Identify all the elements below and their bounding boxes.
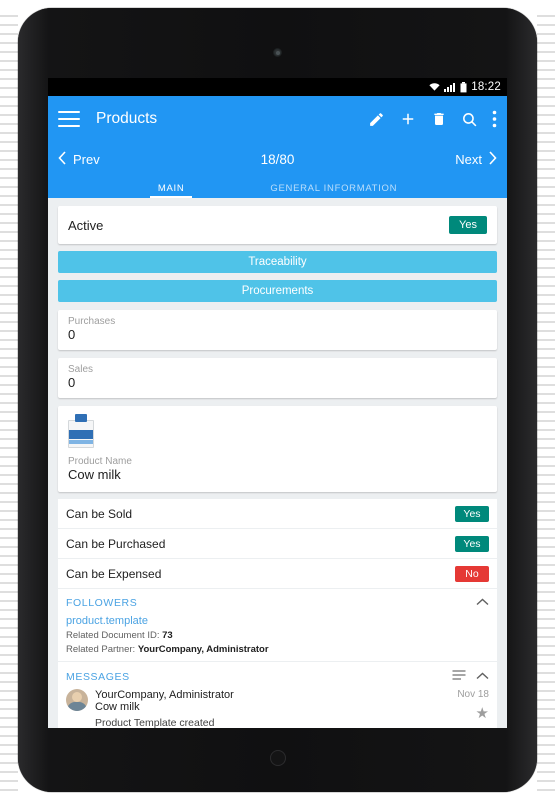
message-author: YourCompany, Administrator: [95, 689, 234, 701]
related-partner-value: YourCompany, Administrator: [137, 644, 269, 655]
tab-general-information[interactable]: GENERAL INFORMATION: [270, 183, 397, 198]
app-bar: Products: [48, 96, 507, 142]
status-bar: 18:22: [48, 78, 507, 96]
edit-icon[interactable]: [368, 111, 385, 128]
field-active-label: Active: [68, 217, 104, 233]
related-document-label: Related Document ID:: [66, 630, 160, 641]
field-sales[interactable]: Sales 0: [58, 358, 497, 398]
field-sales-label: Sales: [68, 364, 94, 375]
field-purchases-label: Purchases: [68, 316, 116, 327]
message-item[interactable]: YourCompany, Administrator Cow milk Prod…: [66, 689, 489, 728]
followers-header[interactable]: FOLLOWERS: [66, 597, 489, 609]
background-top: [0, 0, 555, 8]
messages-title: MESSAGES: [66, 670, 130, 683]
chevron-left-icon: [58, 150, 67, 168]
home-button[interactable]: [269, 750, 286, 766]
toggle-can-be-sold-label: Can be Sold: [66, 506, 133, 521]
background-pattern-right: [537, 0, 555, 800]
delete-icon[interactable]: [431, 111, 447, 127]
field-active[interactable]: Active Yes: [58, 206, 497, 244]
record-counter: 18/80: [260, 151, 295, 167]
traceability-button[interactable]: Traceability: [58, 251, 497, 273]
hamburger-menu-icon[interactable]: [58, 111, 80, 127]
toggle-can-be-expensed-label: Can be Expensed: [66, 566, 162, 581]
toggle-can-be-expensed-value[interactable]: No: [455, 565, 489, 582]
chevron-right-icon: [488, 150, 497, 168]
device-screen: 18:22 Products Prev 18/80 Next MAIN GENE…: [48, 78, 507, 728]
tablet-device-frame: 18:22 Products Prev 18/80 Next MAIN GENE…: [18, 8, 537, 792]
background-pattern-left: [0, 0, 18, 800]
message-note: Product Template created: [95, 717, 215, 728]
screenshot-root: 18:22 Products Prev 18/80 Next MAIN GENE…: [0, 0, 555, 800]
user-avatar: [66, 689, 88, 711]
chevron-up-icon[interactable]: [476, 671, 489, 683]
field-sales-value: 0: [68, 375, 76, 390]
battery-icon: [460, 81, 467, 93]
cellular-signal-icon: [444, 82, 456, 92]
wifi-icon: [429, 82, 440, 92]
front-camera: [273, 48, 282, 57]
related-document-row: Related Document ID: 73: [66, 630, 489, 641]
page-title: Products: [96, 110, 158, 127]
related-document-value: 73: [162, 630, 173, 641]
record-navigation: Prev 18/80 Next: [48, 142, 507, 176]
procurements-button[interactable]: Procurements: [58, 280, 497, 302]
field-product-name-label: Product Name: [68, 456, 132, 467]
followers-section: FOLLOWERS product.template Related Docum…: [58, 588, 497, 661]
star-icon[interactable]: ★: [457, 706, 489, 721]
milk-carton-icon[interactable]: [68, 414, 94, 448]
field-purchases-value: 0: [68, 327, 76, 342]
field-active-value[interactable]: Yes: [449, 216, 487, 234]
related-partner-label: Related Partner:: [66, 644, 136, 655]
messages-header[interactable]: MESSAGES: [66, 670, 489, 683]
toggle-can-be-sold-value[interactable]: Yes: [455, 505, 489, 522]
form-scroll-area[interactable]: Active Yes Traceability Procurements Pur…: [48, 198, 507, 728]
messages-section: MESSAGES YourCompany, Administrator Cow …: [58, 661, 497, 728]
message-date: Nov 18: [457, 689, 489, 700]
search-icon[interactable]: [461, 111, 478, 128]
followers-title: FOLLOWERS: [66, 597, 138, 609]
message-subject: Cow milk: [95, 701, 140, 713]
toggle-can-be-expensed[interactable]: Can be Expensed No: [58, 558, 497, 588]
add-icon[interactable]: [399, 110, 417, 128]
toggle-can-be-sold[interactable]: Can be Sold Yes: [58, 498, 497, 528]
app-bar-actions: [368, 110, 497, 128]
tab-main[interactable]: MAIN: [149, 183, 192, 198]
prev-record-button[interactable]: Prev: [58, 150, 100, 168]
prev-label: Prev: [73, 151, 100, 167]
more-vert-icon[interactable]: [492, 110, 497, 128]
chevron-up-icon[interactable]: [476, 597, 489, 609]
status-bar-clock: 18:22: [471, 81, 501, 93]
next-record-button[interactable]: Next: [455, 150, 497, 168]
toggle-can-be-purchased-label: Can be Purchased: [66, 536, 166, 551]
field-product-name-value: Cow milk: [68, 467, 121, 482]
toggle-can-be-purchased[interactable]: Can be Purchased Yes: [58, 528, 497, 558]
toggle-can-be-purchased-value[interactable]: Yes: [455, 535, 489, 552]
field-purchases[interactable]: Purchases 0: [58, 310, 497, 350]
list-icon[interactable]: [452, 670, 466, 683]
next-label: Next: [455, 151, 482, 167]
field-product-name[interactable]: Product Name Cow milk: [58, 406, 497, 492]
related-partner-row: Related Partner: YourCompany, Administra…: [66, 644, 489, 655]
background-bottom: [0, 792, 555, 800]
tab-bar: MAIN GENERAL INFORMATION: [48, 176, 507, 198]
follower-link-product-template[interactable]: product.template: [66, 615, 489, 627]
